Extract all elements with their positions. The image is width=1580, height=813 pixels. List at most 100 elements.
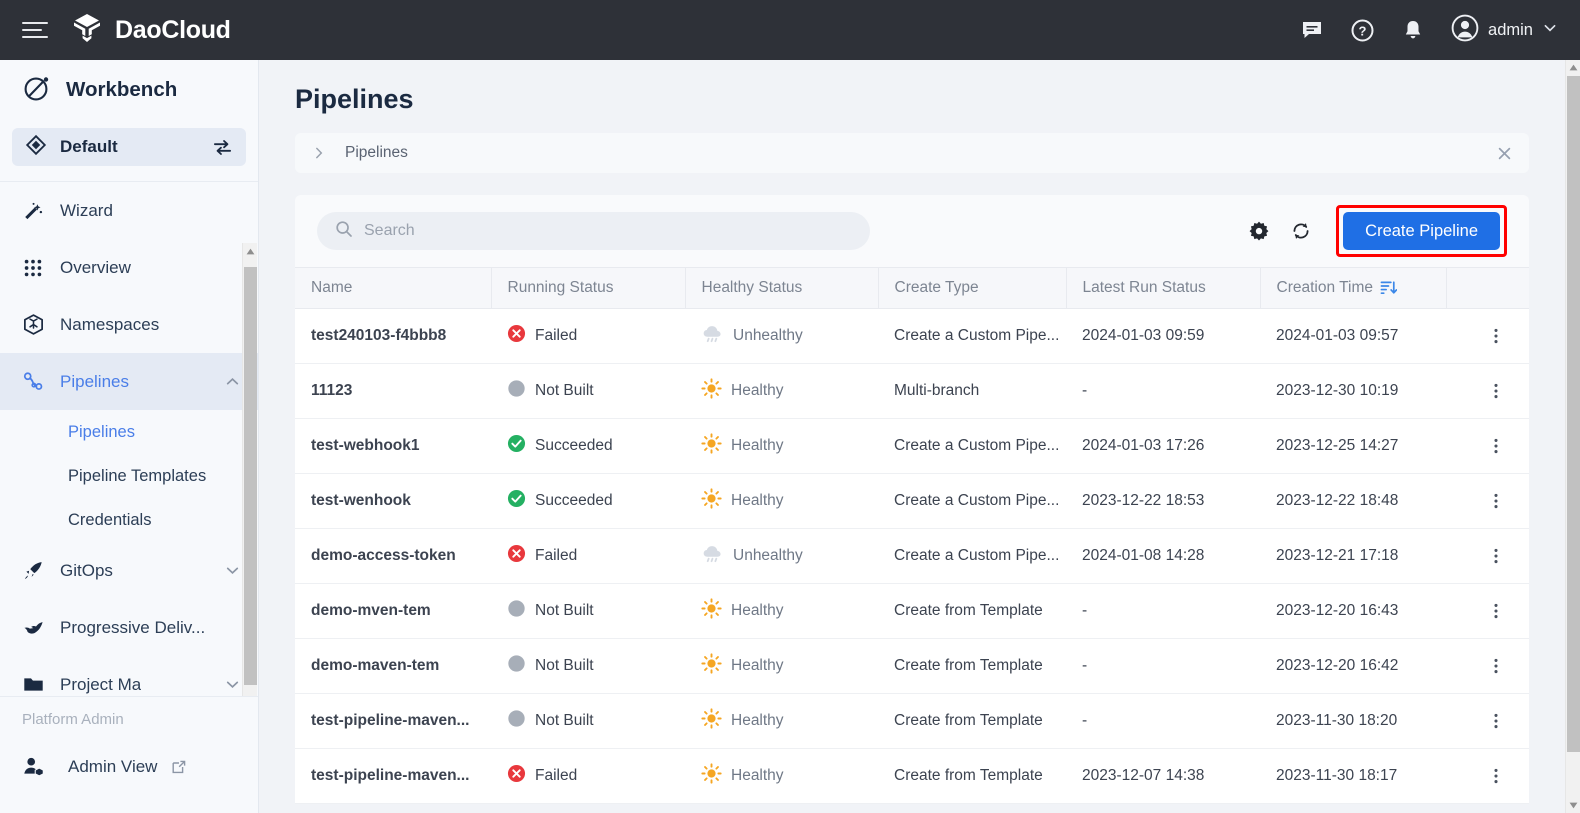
cell-pipeline-name[interactable]: demo-maven-tem [295,639,491,694]
cell-create-type: Create from Template [878,749,1066,804]
chat-icon[interactable] [1300,18,1324,42]
chevron-right-icon[interactable] [311,145,327,161]
column-header-name[interactable]: Name [295,268,491,309]
running-status-label: Failed [535,547,577,565]
cell-running-status: Succeeded [491,419,685,474]
chevron-down-icon[interactable] [224,676,241,693]
sidebar-item-pipelines[interactable]: Pipelines [0,353,259,410]
rain-cloud-icon [701,542,724,570]
hamburger-icon[interactable] [22,20,48,40]
table-row[interactable]: test240103-f4bbb8FailedUnhealthyCreate a… [295,309,1529,364]
running-status-label: Not Built [535,382,594,400]
sidebar-item-namespaces[interactable]: Namespaces [0,296,259,353]
sidebar-item-admin-view[interactable]: Admin View [0,755,259,778]
column-header-create-type[interactable]: Create Type [878,268,1066,309]
cell-pipeline-name[interactable]: demo-mven-tem [295,584,491,639]
brand-logo[interactable]: DaoCloud [70,11,231,50]
healthy-status-label: Healthy [731,382,784,400]
cell-pipeline-name[interactable]: 11123 [295,364,491,419]
table-row[interactable]: demo-maven-temNot BuiltHealthyCreate fro… [295,639,1529,694]
sidebar-scrollbar-thumb[interactable] [244,267,257,685]
more-vertical-icon[interactable] [1462,712,1529,730]
column-header-running-status[interactable]: Running Status [491,268,685,309]
workbench-header[interactable]: Workbench [0,60,258,120]
healthy-status-label: Unhealthy [733,547,803,565]
more-vertical-icon[interactable] [1462,437,1529,455]
healthy-status-label: Healthy [731,492,784,510]
user-name: admin [1488,21,1533,40]
sidebar-item-overview[interactable]: Overview [0,239,259,296]
sort-descending-icon[interactable] [1380,279,1397,296]
column-header-creation-time[interactable]: Creation Time [1260,268,1446,309]
sun-icon [701,488,722,514]
cell-pipeline-name[interactable]: test-pipeline-maven... [295,749,491,804]
cell-healthy-status: Healthy [685,694,878,749]
cell-latest-run-status: 2024-01-03 17:26 [1066,419,1260,474]
table-row[interactable]: 11123Not BuiltHealthyMulti-branch-2023-1… [295,364,1529,419]
table-header-row: Name Running Status Healthy Status Creat… [295,268,1529,309]
column-header-healthy-status[interactable]: Healthy Status [685,268,878,309]
table-row[interactable]: test-pipeline-maven...Not BuiltHealthyCr… [295,694,1529,749]
cell-pipeline-name[interactable]: test-webhook1 [295,419,491,474]
cell-pipeline-name[interactable]: test240103-f4bbb8 [295,309,491,364]
table-row[interactable]: demo-mven-temNot BuiltHealthyCreate from… [295,584,1529,639]
cell-create-type: Create a Custom Pipe... [878,419,1066,474]
column-header-latest-run-status[interactable]: Latest Run Status [1066,268,1260,309]
bell-icon[interactable] [1401,18,1425,42]
workspace-selector[interactable]: Default [12,128,246,166]
breadcrumb-item-pipelines[interactable]: Pipelines [345,144,408,162]
sidebar-item-gitops[interactable]: GitOps [0,542,259,599]
more-vertical-icon[interactable] [1462,327,1529,345]
scroll-up-arrow-icon[interactable] [243,243,258,259]
wand-icon [22,200,52,222]
table-row[interactable]: test-webhook1Succeeded Healthy Create a Cu… [295,419,1529,474]
cell-actions [1446,749,1529,804]
cell-latest-run-status: 2024-01-03 09:59 [1066,309,1260,364]
help-icon[interactable]: ? [1350,18,1375,43]
search-input[interactable] [364,222,852,240]
page-scrollbar-thumb[interactable] [1567,76,1580,752]
cell-pipeline-name[interactable]: test-pipeline-maven... [295,694,491,749]
page-scroll-up-arrow-icon[interactable] [1566,60,1580,75]
page-scrollbar[interactable] [1565,60,1580,813]
sidebar-subitem-credentials[interactable]: Credentials [0,498,259,542]
gear-icon[interactable] [1248,220,1270,242]
more-vertical-icon[interactable] [1462,602,1529,620]
more-vertical-icon[interactable] [1462,767,1529,785]
switch-icon[interactable] [212,137,233,158]
create-pipeline-highlight: Create Pipeline [1336,205,1507,257]
sidebar-item-progressive-delivery[interactable]: Progressive Deliv... [0,599,259,656]
more-vertical-icon[interactable] [1462,547,1529,565]
daocloud-cube-logo [70,11,104,50]
cell-pipeline-name[interactable]: demo-access-token [295,529,491,584]
more-vertical-icon[interactable] [1462,382,1529,400]
create-pipeline-button[interactable]: Create Pipeline [1343,212,1500,250]
table-row[interactable]: test-pipeline-maven...FailedHealthyCreat… [295,749,1529,804]
more-vertical-icon[interactable] [1462,492,1529,510]
error-circle-icon [507,764,526,788]
sidebar-item-wizard[interactable]: Wizard [0,182,259,239]
svg-text:?: ? [1359,23,1367,38]
user-menu[interactable]: admin [1451,14,1558,47]
more-vertical-icon[interactable] [1462,657,1529,675]
healthy-status-label: Healthy [731,437,784,455]
cell-latest-run-status: - [1066,584,1260,639]
sidebar-subitem-pipelines[interactable]: Pipelines [0,410,259,454]
cell-creation-time: 2024-01-03 09:57 [1260,309,1446,364]
cell-healthy-status: Healthy [685,364,878,419]
sidebar-subitem-pipeline-templates[interactable]: Pipeline Templates [0,454,259,498]
search-box[interactable] [317,212,870,250]
table-row[interactable]: demo-access-tokenFailedUnhealthyCreate a… [295,529,1529,584]
table-row[interactable]: test-wenhookSucceededHealthyCreate a Cus… [295,474,1529,529]
chevron-up-icon[interactable] [224,373,241,390]
close-icon[interactable] [1496,145,1513,162]
refresh-icon[interactable] [1290,220,1312,242]
chevron-down-icon[interactable] [224,562,241,579]
cell-pipeline-name[interactable]: test-wenhook [295,474,491,529]
page-scroll-down-arrow-icon[interactable] [1566,798,1580,813]
chevron-down-icon[interactable] [1542,20,1558,41]
sidebar-scrollbar[interactable] [242,243,257,756]
pipeline-icon [22,370,52,393]
cell-latest-run-status: - [1066,639,1260,694]
external-link-icon[interactable] [171,759,187,775]
